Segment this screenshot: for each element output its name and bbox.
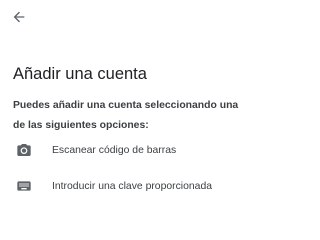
top-app-bar (0, 0, 247, 36)
enter-key-option[interactable]: Introducir una clave proporcionada (0, 171, 247, 201)
instructions-text: Puedes añadir una cuenta seleccionando u… (13, 100, 239, 131)
camera-icon (16, 142, 32, 158)
keyboard-icon (16, 178, 32, 194)
back-button[interactable] (9, 7, 29, 27)
scan-barcode-option[interactable]: Escanear código de barras (0, 135, 247, 165)
scan-barcode-label: Escanear código de barras (52, 144, 177, 156)
arrow-back-icon (13, 11, 25, 23)
enter-key-label: Introducir una clave proporcionada (52, 180, 212, 192)
page-title: Añadir una cuenta (13, 65, 147, 83)
